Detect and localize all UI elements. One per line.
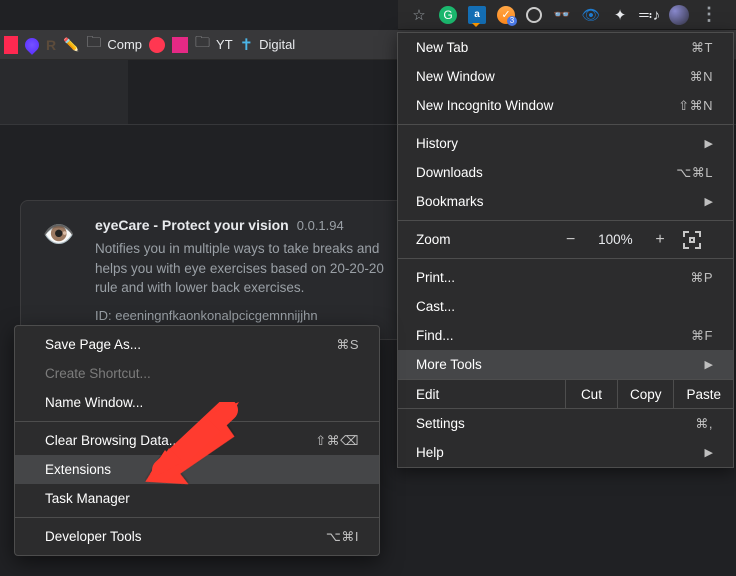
bookmark-drop[interactable] — [25, 38, 39, 52]
menu-new-tab[interactable]: New Tab⌘T — [398, 33, 733, 62]
bookmark-todoist[interactable] — [4, 36, 18, 54]
folder-icon: 🗀 — [195, 32, 210, 57]
chrome-menu-button[interactable]: ⋮ — [700, 6, 718, 24]
edit-label: Edit — [398, 387, 565, 402]
more-tools-submenu: Save Page As...⌘S Create Shortcut... Nam… — [14, 325, 380, 556]
eyecare-icon[interactable]: 👁 — [582, 6, 600, 24]
red-bookmark-icon — [149, 37, 165, 53]
music-icon[interactable]: ≕♪ — [640, 6, 658, 24]
submenu-developer-tools[interactable]: Developer Tools⌥⌘I — [15, 522, 379, 551]
menu-bookmarks[interactable]: Bookmarks▶ — [398, 187, 733, 216]
folder-label: YT — [216, 37, 233, 52]
todoist-bookmark-icon — [4, 36, 18, 54]
menu-history[interactable]: History▶ — [398, 129, 733, 158]
menu-downloads[interactable]: Downloads⌥⌘L — [398, 158, 733, 187]
extension-id: ID: eeeningnfkaonkonalpcicgemnnijjhn — [95, 308, 404, 323]
folder-icon: 🗀 — [86, 32, 101, 57]
menu-settings[interactable]: Settings⌘, — [398, 409, 733, 438]
todoist-icon[interactable]: ✓3 — [497, 6, 515, 24]
menu-print[interactable]: Print...⌘P — [398, 263, 733, 292]
bookmark-r[interactable]: R — [46, 37, 56, 53]
zoom-percent: 100% — [593, 232, 637, 247]
pink-bookmark-icon — [172, 37, 188, 53]
menu-new-window[interactable]: New Window⌘N — [398, 62, 733, 91]
zoom-label: Zoom — [416, 232, 566, 247]
profile-avatar[interactable] — [669, 5, 689, 25]
submenu-create-shortcut: Create Shortcut... — [15, 359, 379, 388]
workflowy-icon[interactable] — [526, 7, 542, 23]
submenu-extensions[interactable]: Extensions — [15, 455, 379, 484]
zoom-in-button[interactable]: + — [655, 231, 664, 249]
fullscreen-button[interactable] — [683, 231, 701, 249]
submenu-arrow-icon: ▶ — [705, 358, 713, 371]
menu-help[interactable]: Help▶ — [398, 438, 733, 467]
r-bookmark-icon: R — [46, 37, 56, 53]
extension-card: 👁️ eyeCare - Protect your vision 0.0.1.9… — [20, 200, 423, 340]
submenu-name-window[interactable]: Name Window... — [15, 388, 379, 417]
bookmark-excl[interactable]: ✏️ — [63, 37, 79, 53]
extensions-toolbar: ☆ G a ✓3 👓 👁 ✦ ≕♪ ⋮ — [398, 0, 736, 30]
folder-label: Comp — [107, 37, 142, 52]
bookmark-folder-yt[interactable]: 🗀 YT — [195, 32, 233, 57]
glasses-extension-icon[interactable]: 👓 — [553, 6, 571, 24]
menu-zoom-row: Zoom − 100% + — [398, 225, 733, 254]
bookmark-digital[interactable]: ✝ Digital — [240, 35, 296, 55]
chrome-main-menu: New Tab⌘T New Window⌘N New Incognito Win… — [397, 32, 734, 468]
copy-button[interactable]: Copy — [617, 380, 674, 408]
menu-edit-row: Edit Cut Copy Paste — [398, 379, 733, 409]
extension-version: 0.0.1.94 — [297, 218, 344, 233]
bookmark-folder-comp[interactable]: 🗀 Comp — [86, 32, 142, 57]
submenu-save-page-as[interactable]: Save Page As...⌘S — [15, 330, 379, 359]
menu-cast[interactable]: Cast... — [398, 292, 733, 321]
menu-find[interactable]: Find...⌘F — [398, 321, 733, 350]
amazon-assistant-icon[interactable]: a — [468, 6, 486, 24]
submenu-arrow-icon: ▶ — [705, 137, 713, 150]
drop-bookmark-icon — [22, 35, 42, 55]
bookmark-pink[interactable] — [172, 37, 188, 53]
pencil-bookmark-icon: ✏️ — [63, 37, 79, 53]
cut-button[interactable]: Cut — [565, 380, 617, 408]
submenu-arrow-icon: ▶ — [705, 446, 713, 459]
extensions-puzzle-icon[interactable]: ✦ — [611, 6, 629, 24]
bookmark-label: Digital — [259, 37, 295, 52]
submenu-clear-browsing-data[interactable]: Clear Browsing Data...⇧⌘⌫ — [15, 426, 379, 455]
cross-bookmark-icon: ✝ — [240, 35, 253, 55]
extension-description: Notifies you in multiple ways to take br… — [95, 239, 404, 298]
extension-name: eyeCare - Protect your vision — [95, 217, 289, 233]
grammarly-icon[interactable]: G — [439, 6, 457, 24]
paste-button[interactable]: Paste — [673, 380, 733, 408]
extension-card-icon: 👁️ — [39, 217, 79, 257]
zoom-out-button[interactable]: − — [566, 231, 575, 249]
menu-more-tools[interactable]: More Tools▶ — [398, 350, 733, 379]
submenu-arrow-icon: ▶ — [705, 195, 713, 208]
submenu-task-manager[interactable]: Task Manager — [15, 484, 379, 513]
bookmark-red[interactable] — [149, 37, 165, 53]
menu-incognito[interactable]: New Incognito Window⇧⌘N — [398, 91, 733, 120]
bookmark-star-icon[interactable]: ☆ — [410, 6, 428, 24]
